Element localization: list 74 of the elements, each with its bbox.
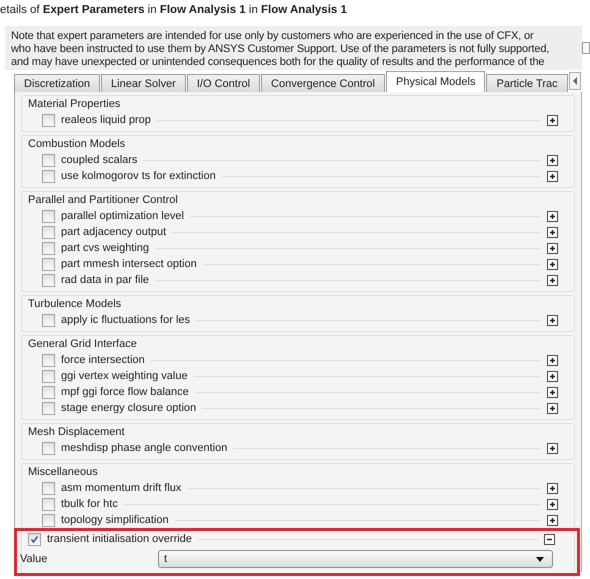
group-heading: Turbulence Models — [27, 297, 122, 312]
value-dropdown[interactable]: t — [158, 550, 553, 568]
expand-icon[interactable] — [547, 498, 558, 510]
parameter-label: tbulk for htc — [61, 498, 118, 510]
parameter-label: realeos liquid prop — [61, 114, 151, 126]
parameter-label: part adjacency output — [61, 226, 166, 238]
panel-title: etails of Expert Parameters in Flow Analysis 1 in Flow Analysis 1 — [0, 3, 348, 18]
expand-icon[interactable] — [547, 114, 558, 126]
parameter-label: topology simplification — [61, 514, 169, 526]
checkbox[interactable] — [42, 274, 55, 286]
group-heading: Combustion Models — [27, 137, 126, 152]
checkbox[interactable] — [42, 498, 55, 510]
expand-icon[interactable] — [547, 242, 558, 254]
checkbox[interactable] — [42, 314, 55, 326]
expand-icon[interactable] — [547, 274, 558, 286]
tab[interactable]: Convergence Control — [261, 74, 385, 92]
parameter-label: use kolmogorov ts for extinction — [61, 170, 216, 182]
tab[interactable]: I/O Control — [186, 74, 260, 92]
expand-icon[interactable] — [547, 482, 558, 494]
parameter-label: asm momentum drift flux — [61, 482, 182, 494]
tab[interactable]: Linear Solver — [101, 74, 186, 92]
expand-icon[interactable] — [547, 370, 558, 382]
parameter-label: mpf ggi force flow balance — [61, 386, 189, 398]
expand-icon[interactable] — [547, 514, 558, 526]
expand-icon[interactable] — [547, 354, 558, 366]
parameter-label: coupled scalars — [61, 154, 138, 166]
expand-icon[interactable] — [547, 402, 558, 414]
checkbox[interactable] — [42, 210, 55, 222]
parameter-label: parallel optimization level — [61, 210, 184, 222]
group-heading: Miscellaneous — [27, 465, 99, 480]
tab[interactable]: Particle Trac — [486, 74, 568, 92]
group-heading: Parallel and Partitioner Control — [27, 193, 179, 208]
checkbox[interactable] — [42, 226, 55, 238]
value-label: Value — [20, 553, 48, 565]
parameter-label: force intersection — [61, 354, 145, 366]
scrollbar[interactable] — [582, 42, 590, 54]
parameter-label: ggi vertex weighting value — [61, 370, 188, 382]
collapse-icon[interactable] — [544, 534, 555, 544]
expand-icon[interactable] — [547, 314, 558, 326]
expand-icon[interactable] — [547, 386, 558, 398]
parameter-label: stage energy closure option — [61, 402, 196, 414]
checkbox[interactable] — [42, 354, 55, 366]
checkbox[interactable] — [28, 532, 41, 546]
scroll-left-icon[interactable] — [568, 72, 581, 90]
expand-icon[interactable] — [547, 258, 558, 270]
expand-icon[interactable] — [547, 442, 558, 454]
parameter-label: part cvs weighting — [61, 242, 150, 254]
expand-icon[interactable] — [547, 154, 558, 166]
checkbox[interactable] — [42, 514, 55, 526]
checkbox[interactable] — [42, 442, 55, 454]
group-heading: Mesh Displacement — [27, 425, 126, 440]
tab[interactable]: Physical Models — [386, 71, 486, 92]
checkbox[interactable] — [42, 482, 55, 494]
group-heading: Material Properties — [27, 97, 122, 112]
expand-icon[interactable] — [547, 226, 558, 238]
parameter-label: part mmesh intersect option — [61, 258, 197, 270]
checkbox[interactable] — [42, 154, 55, 166]
checkbox[interactable] — [42, 402, 55, 414]
parameter-label: rad data in par file — [61, 274, 150, 286]
parameter-label: meshdisp phase angle convention — [61, 442, 228, 454]
checkbox[interactable] — [42, 386, 55, 398]
expand-icon[interactable] — [547, 170, 558, 182]
parameter-label: transient initialisation override — [47, 533, 192, 545]
checkbox[interactable] — [42, 370, 55, 382]
dropdown-arrow-icon — [536, 556, 544, 562]
group-heading: General Grid Interface — [27, 337, 138, 352]
checkbox[interactable] — [42, 258, 55, 270]
expand-icon[interactable] — [547, 210, 558, 222]
tab[interactable]: Discretization — [14, 74, 100, 92]
warning-note: Note that expert parameters are intended for use only by customers who are experienced in the use of CFX, or who have been instructed to use them by ANSYS Customer Support. Use of the parameters is not fully supported, and may have unexpected or unintended consequences both for the quality of results and the performance of the — [5, 26, 582, 70]
parameter-label: apply ic fluctuations for les — [61, 314, 190, 326]
checkbox[interactable] — [42, 242, 55, 254]
checkbox[interactable] — [42, 170, 55, 182]
checkbox[interactable] — [42, 114, 55, 126]
